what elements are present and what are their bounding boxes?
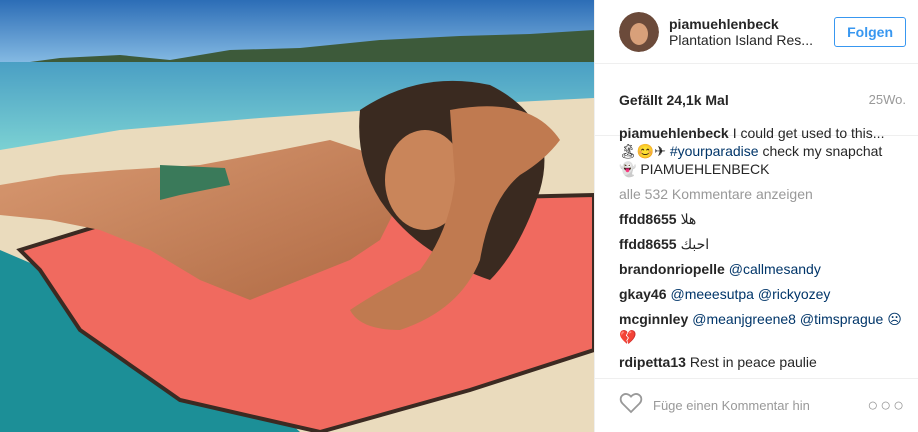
comment-mention[interactable]: @meeesutpa @rickyozey [670, 286, 830, 302]
comment-bar: Füge einen Kommentar hin ○○○ [595, 378, 918, 432]
avatar[interactable] [619, 11, 659, 52]
comment-user[interactable]: ffdd8655 [619, 211, 677, 227]
comment-text: Rest in peace paulie [689, 354, 817, 370]
comment-user[interactable]: gkay46 [619, 286, 666, 302]
comment-user[interactable]: mcginnley [619, 311, 688, 327]
comment-user[interactable]: rdipetta13 [619, 354, 686, 370]
post-age[interactable]: 25Wo. [869, 92, 906, 107]
post-photo[interactable] [0, 0, 594, 432]
comment-item: brandonriopelle @callmesandy [619, 260, 902, 278]
comment-user[interactable]: brandonriopelle [619, 261, 725, 277]
user-meta: piamuehlenbeck Plantation Island Res... [669, 16, 834, 48]
comment-text: هلا [680, 211, 697, 227]
comment-item: ffdd8655 احبك [619, 235, 902, 253]
comment-item: ffdd8655 هلا [619, 210, 902, 228]
post-sidebar: piamuehlenbeck Plantation Island Res... … [594, 0, 918, 432]
comment-item: mcginnley @meanjgreene8 @timsprague ☹ 💔 [619, 310, 902, 346]
caption-user[interactable]: piamuehlenbeck [619, 125, 729, 141]
follow-button[interactable]: Folgen [834, 16, 906, 47]
comment-mention[interactable]: @callmesandy [729, 261, 821, 277]
comment-text: احبك [680, 236, 710, 252]
add-comment-input[interactable]: Füge einen Kommentar hin [653, 398, 867, 413]
beach-photo-illustration [0, 0, 594, 432]
location-link[interactable]: Plantation Island Res... [669, 32, 834, 48]
show-all-comments-link[interactable]: alle 532 Kommentare anzeigen [619, 185, 902, 203]
comment-item: gkay46 @meeesutpa @rickyozey [619, 285, 902, 303]
heart-icon[interactable] [619, 392, 643, 419]
more-options-icon[interactable]: ○○○ [867, 395, 906, 416]
caption-hashtag[interactable]: #yourparadise [670, 143, 759, 159]
comment-user[interactable]: ffdd8655 [619, 236, 677, 252]
username-link[interactable]: piamuehlenbeck [669, 16, 834, 32]
caption: piamuehlenbeck I could get used to this..… [619, 124, 902, 178]
post-header: piamuehlenbeck Plantation Island Res... … [595, 0, 918, 64]
likes-count[interactable]: Gefällt 24,1k Mal [619, 92, 729, 108]
comments-list: piamuehlenbeck I could get used to this..… [619, 124, 902, 378]
comment-item: rdipetta13 Rest in peace paulie [619, 353, 902, 371]
